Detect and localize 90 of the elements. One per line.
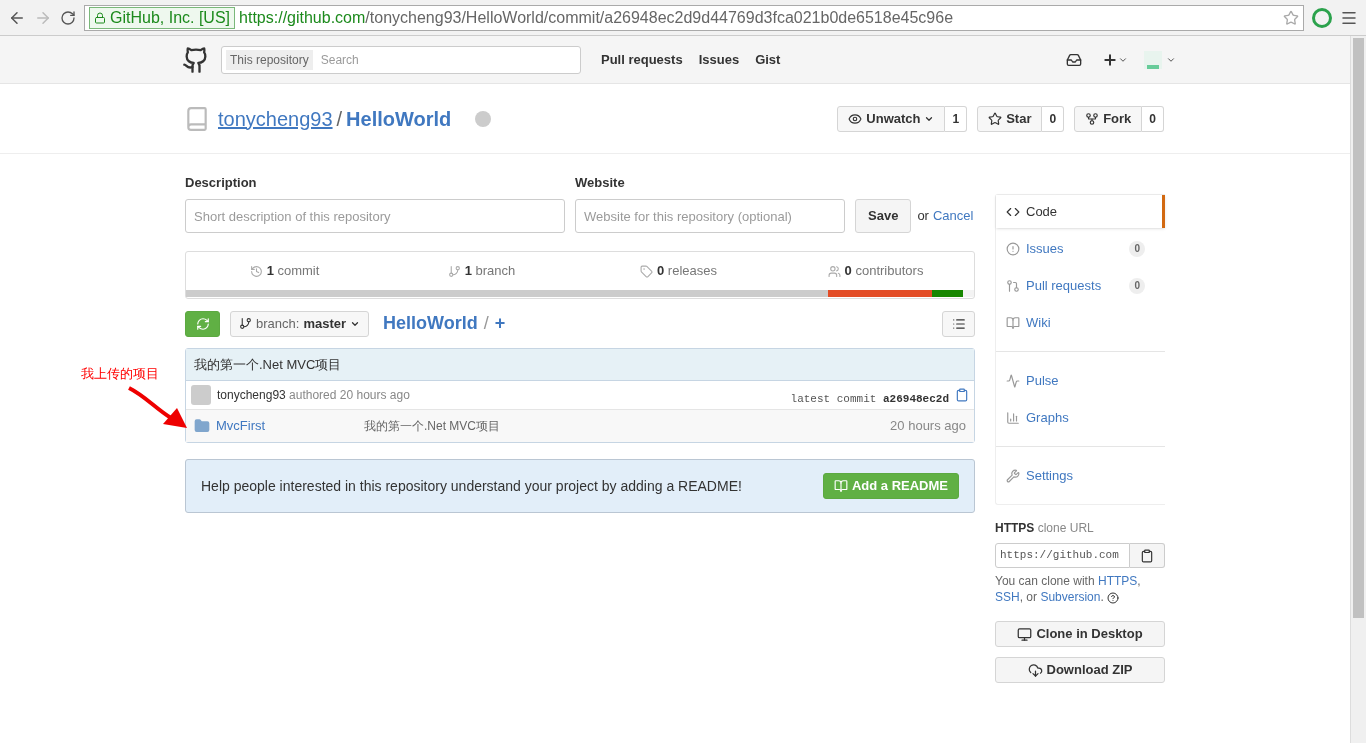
compare-button[interactable] bbox=[185, 310, 220, 337]
scrollbar[interactable] bbox=[1350, 36, 1366, 743]
avatar-placeholder bbox=[191, 385, 211, 405]
copy-icon[interactable] bbox=[955, 388, 969, 402]
security-badge: GitHub, Inc. [US] bbox=[89, 6, 236, 29]
copy-url-button[interactable] bbox=[1130, 543, 1165, 568]
count-badge: 0 bbox=[1129, 240, 1145, 257]
compare-icon bbox=[195, 316, 210, 331]
annotation-text: 我上传的项目 bbox=[81, 365, 159, 383]
eye-icon bbox=[848, 111, 863, 126]
address-bar[interactable]: GitHub, Inc. [US] https://github.com/tonycheng93/HelloWorld/commit/a26948ec2d9d44769d3fca021b0de6518e45c96e bbox=[84, 4, 1304, 31]
repo-name-link[interactable]: HelloWorld bbox=[346, 103, 452, 134]
help-icon[interactable] bbox=[1107, 591, 1120, 604]
field-label: Description bbox=[185, 174, 258, 192]
header-nav-link[interactable]: Gist bbox=[755, 49, 781, 70]
clone-url-field[interactable]: https://github.com bbox=[995, 543, 1130, 568]
reload-icon[interactable] bbox=[60, 9, 76, 26]
clone-help-text: You can clone with HTTPS, SSH, or Subversion. bbox=[995, 573, 1142, 605]
repo-owner-link[interactable]: tonycheng93 bbox=[218, 103, 333, 134]
description-field[interactable]: Short description of this repository bbox=[185, 199, 565, 233]
clone-protocol: HTTPS bbox=[995, 521, 1035, 535]
header-nav-link[interactable]: Issues bbox=[698, 49, 740, 70]
breadcrumb-repo-link[interactable]: HelloWorld bbox=[383, 310, 478, 337]
bookmark-star-icon[interactable] bbox=[1283, 9, 1299, 26]
branch-selector[interactable]: branch: master bbox=[230, 310, 369, 337]
commit-author: tonycheng93 authored 20 hours ago bbox=[217, 387, 410, 404]
count-badge: 0 bbox=[1129, 277, 1145, 294]
repo-icon bbox=[184, 105, 210, 132]
tag-icon bbox=[640, 264, 653, 278]
file-age: 20 hours ago bbox=[890, 417, 966, 436]
stat-link[interactable]: 1 branch bbox=[464, 261, 516, 281]
wrench-icon bbox=[1006, 468, 1020, 483]
book-icon bbox=[833, 479, 848, 493]
stat-link[interactable]: 0 releases bbox=[657, 261, 717, 281]
cloud-download-icon bbox=[1027, 662, 1043, 678]
folder-icon bbox=[194, 418, 210, 434]
sidebar-nav-item[interactable]: Pull requests 0 bbox=[996, 269, 1165, 302]
sidebar-nav-item[interactable]: Pulse bbox=[996, 364, 1165, 397]
action-count[interactable]: 0 bbox=[1042, 105, 1065, 132]
repo-action-button[interactable]: Star bbox=[977, 105, 1043, 132]
url-text: https://github.com/tonycheng93/HelloWorld/commit/a26948ec2d9d44769d3fca021b0de6518e45c96e bbox=[239, 7, 954, 28]
action-count[interactable]: 1 bbox=[945, 105, 968, 132]
monitor-icon bbox=[1017, 626, 1033, 642]
sidebar-nav-item[interactable]: Settings bbox=[996, 459, 1165, 492]
pull-request-icon bbox=[1006, 278, 1020, 293]
file-name-link[interactable]: MvcFirst bbox=[216, 416, 364, 436]
book-icon bbox=[1006, 315, 1020, 330]
branch-icon bbox=[447, 264, 461, 278]
alert-icon bbox=[1006, 241, 1020, 256]
or-text: or bbox=[917, 207, 929, 226]
fork-icon bbox=[1085, 111, 1100, 126]
sidebar-nav-item[interactable]: Graphs bbox=[996, 401, 1165, 434]
clipboard-icon bbox=[1140, 548, 1154, 563]
latest-commit: latest commit a26948ec2d bbox=[790, 391, 949, 407]
sidebar-nav-item[interactable]: Code bbox=[996, 195, 1165, 228]
commit-message: 我的第一个.Net MVC项目 bbox=[194, 355, 342, 374]
action-count[interactable]: 0 bbox=[1142, 105, 1164, 132]
website-field[interactable]: Website for this repository (optional) bbox=[575, 199, 845, 233]
clone-desktop-button[interactable]: Clone in Desktop bbox=[995, 621, 1165, 647]
repo-action-button[interactable]: Unwatch bbox=[837, 105, 946, 132]
list-icon bbox=[951, 316, 966, 331]
clone-label: clone URL bbox=[1037, 521, 1094, 535]
bar-chart-icon bbox=[1006, 410, 1020, 425]
download-zip-button[interactable]: Download ZIP bbox=[995, 657, 1165, 683]
history-icon bbox=[249, 264, 263, 278]
pulse-icon bbox=[1006, 373, 1020, 388]
sidebar-nav-item[interactable]: Wiki bbox=[996, 306, 1165, 339]
new-menu-icon[interactable] bbox=[1102, 51, 1128, 68]
breadcrumb-separator: / bbox=[483, 312, 489, 335]
search-input[interactable]: Search bbox=[320, 50, 576, 69]
stat-link[interactable]: 1 commit bbox=[266, 261, 320, 281]
extension-icon[interactable] bbox=[1312, 7, 1332, 28]
new-file-link[interactable]: + bbox=[494, 310, 506, 337]
inbox-icon[interactable] bbox=[1066, 51, 1082, 68]
stat-link[interactable]: 0 contributors bbox=[844, 261, 924, 281]
save-button[interactable]: Save bbox=[855, 199, 912, 233]
list-view-button[interactable] bbox=[942, 310, 975, 337]
header-nav-link[interactable]: Pull requests bbox=[601, 49, 683, 70]
path-separator: / bbox=[336, 106, 343, 132]
file-commit-message: 我的第一个.Net MVC项目 bbox=[364, 418, 500, 435]
people-icon bbox=[827, 264, 841, 278]
repo-action-button[interactable]: Fork bbox=[1074, 105, 1143, 132]
sidebar-nav-item[interactable]: Issues 0 bbox=[996, 232, 1165, 265]
branch-icon bbox=[239, 317, 252, 330]
search-scope: This repository bbox=[226, 49, 313, 70]
field-label: Website bbox=[575, 174, 626, 192]
readme-prompt: Help people interested in this repository understand your project by adding a README! bbox=[201, 476, 742, 496]
cancel-link[interactable]: Cancel bbox=[932, 206, 974, 226]
star-icon bbox=[988, 111, 1003, 126]
search-field[interactable]: This repository Search bbox=[221, 45, 581, 74]
